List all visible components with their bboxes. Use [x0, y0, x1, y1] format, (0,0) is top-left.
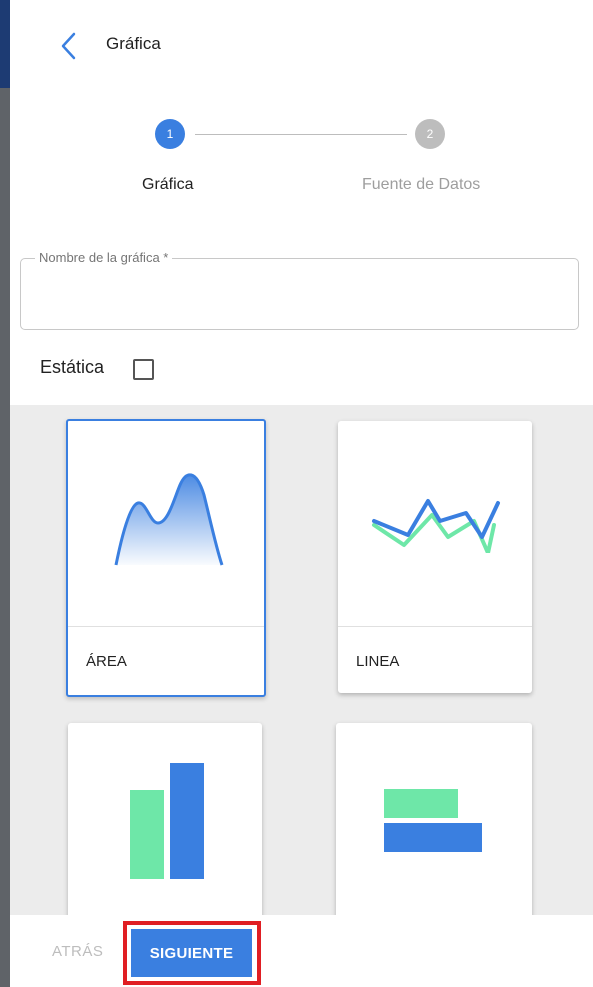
chart-name-input[interactable]	[35, 281, 559, 313]
chart-type-card-bar[interactable]	[68, 723, 262, 915]
header: Gráfica	[10, 0, 593, 88]
left-background-header	[0, 0, 10, 88]
chevron-left-icon	[61, 32, 76, 60]
step-2-label: Fuente de Datos	[362, 176, 481, 193]
chart-type-gallery[interactable]: ÁREA LINEA	[10, 405, 593, 915]
step-connector	[195, 134, 407, 135]
chart-type-label: LINEA	[356, 653, 400, 670]
chart-wizard-panel: Gráfica 1 2 Gráfica Fuente de Datos Nomb…	[10, 0, 593, 987]
chart-type-card-line[interactable]: LINEA	[338, 421, 532, 693]
step-1-indicator[interactable]: 1	[155, 119, 185, 149]
chart-type-label: ÁREA	[86, 653, 127, 670]
step-2-indicator[interactable]: 2	[415, 119, 445, 149]
horizontal-bar-chart-icon	[384, 789, 482, 852]
chart-name-label: Nombre de la gráfica *	[35, 250, 173, 265]
area-chart-icon	[114, 473, 224, 566]
back-step-button[interactable]: ATRÁS	[52, 943, 103, 960]
back-button[interactable]	[56, 30, 84, 62]
static-label: Estática	[40, 357, 105, 377]
stepper: 1 2 Gráfica Fuente de Datos	[10, 110, 593, 210]
card-divider	[68, 626, 264, 627]
chart-type-card-horizontal-bar[interactable]	[336, 723, 532, 915]
page-title: Gráfica	[106, 34, 161, 53]
chart-name-field: Nombre de la gráfica *	[20, 250, 579, 330]
next-button[interactable]: SIGUIENTE	[131, 929, 252, 977]
footer: ATRÁS SIGUIENTE	[10, 915, 593, 987]
static-checkbox[interactable]	[133, 359, 154, 380]
line-chart-icon	[372, 499, 500, 553]
card-divider	[338, 626, 532, 627]
bar-chart-icon	[130, 763, 204, 879]
left-background-strip	[0, 0, 10, 987]
chart-type-card-area[interactable]: ÁREA	[66, 419, 266, 697]
step-1-label: Gráfica	[142, 176, 194, 193]
